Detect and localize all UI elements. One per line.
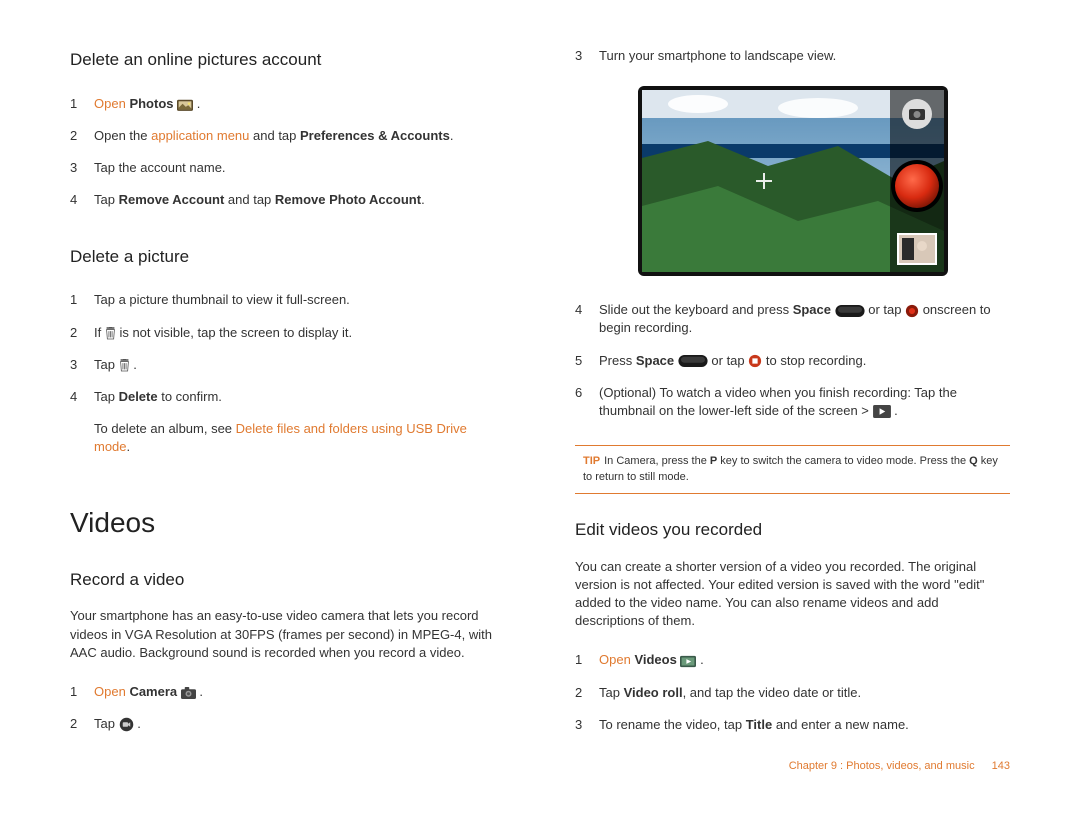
step-number: 3 [575,709,599,741]
step-body: Tap Video roll, and tap the video date o… [599,677,1010,709]
camera-icon [181,687,196,699]
step-body: Slide out the keyboard and press Space o… [599,294,1010,344]
step-number: 2 [70,317,94,349]
tip-label: TIP [583,455,600,467]
open-link[interactable]: Open [94,684,126,699]
trash-icon [119,359,130,372]
record-intro: Your smartphone has an easy-to-use video… [70,607,505,662]
app-name: Videos [634,652,676,667]
step-body: Open Camera . [94,676,505,708]
space-key-icon [835,305,865,317]
page-footer: Chapter 9 : Photos, videos, and music 14… [0,760,1080,772]
step-number: 4 [70,381,94,413]
open-link[interactable]: Open [599,652,631,667]
step-number: 1 [70,88,94,120]
chapter-label: Chapter 9 : Photos, videos, and music [789,760,975,772]
step-number: 1 [70,676,94,708]
edit-intro: You can create a shorter version of a vi… [575,558,1010,631]
steps-edit-videos: 1 Open Videos . 2 Tap Video roll, and ta… [575,644,1010,741]
step-body: Tap . [94,349,505,381]
app-name: Photos [129,96,173,111]
page-number: 143 [992,760,1010,772]
steps-record-continued: 3 Turn your smartphone to landscape view… [575,40,1010,72]
steps-record-continued-2: 4 Slide out the keyboard and press Space… [575,294,1010,427]
step-number: 3 [575,40,599,72]
step-number: 6 [575,377,599,427]
step-number: 3 [70,349,94,381]
right-column: 3 Turn your smartphone to landscape view… [575,40,1010,740]
step-body: Open Photos . [94,88,505,120]
step-body: Tap a picture thumbnail to view it full-… [94,284,505,316]
step-number: 2 [575,677,599,709]
trash-icon [105,327,116,340]
step-body: Tap Delete to confirm. [94,381,505,413]
step-body: Turn your smartphone to landscape view. [599,40,1010,72]
step-number: 2 [70,708,94,740]
step-number: 3 [70,152,94,184]
play-icon [873,405,891,418]
steps-delete-picture: 1 Tap a picture thumbnail to view it ful… [70,284,505,413]
tip-box: TIPIn Camera, press the P key to switch … [575,445,1010,494]
step-body: Open the application menu and tap Prefer… [94,120,505,152]
steps-delete-account: 1 Open Photos . 2 Open the application m… [70,88,505,217]
step-body: Open Videos . [599,644,1010,676]
heading-delete-account: Delete an online pictures account [70,48,505,72]
step-body: Tap Remove Account and tap Remove Photo … [94,184,505,216]
video-switch-icon [119,717,134,732]
space-key-icon [678,355,708,367]
heading-edit-videos: Edit videos you recorded [575,518,1010,542]
step-body: (Optional) To watch a video when you fin… [599,377,1010,427]
heading-delete-picture: Delete a picture [70,245,505,269]
photos-icon [177,98,193,111]
left-column: Delete an online pictures account 1 Open… [70,40,505,740]
videos-icon [680,655,696,668]
heading-record-video: Record a video [70,568,505,592]
app-menu-link[interactable]: application menu [151,128,249,143]
step-body: Press Space or tap to stop recording. [599,345,1010,377]
step-body: To rename the video, tap Title and enter… [599,709,1010,741]
stop-icon [748,354,762,368]
delete-album-note: To delete an album, see Delete files and… [70,413,505,463]
step-number: 4 [70,184,94,216]
steps-record-video: 1 Open Camera . 2 Tap . [70,676,505,740]
open-link[interactable]: Open [94,96,126,111]
step-body: Tap the account name. [94,152,505,184]
landscape-camera-ui [638,86,948,276]
record-icon [905,304,919,318]
step-number: 2 [70,120,94,152]
step-number: 1 [70,284,94,316]
step-number: 5 [575,345,599,377]
step-number: 4 [575,294,599,344]
step-number: 1 [575,644,599,676]
heading-videos: Videos [70,503,505,542]
step-body: If is not visible, tap the screen to dis… [94,317,505,349]
app-name: Camera [129,684,177,699]
camera-screenshot [638,86,948,276]
step-body: Tap . [94,708,505,740]
